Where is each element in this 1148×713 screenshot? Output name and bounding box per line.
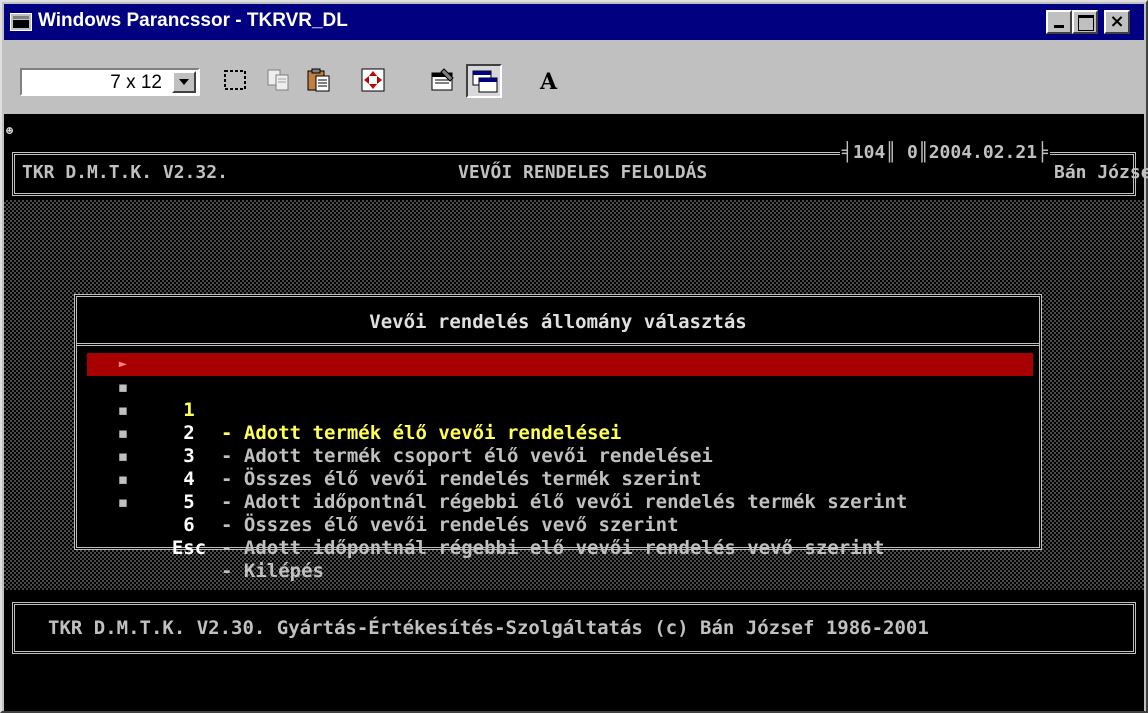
paste-button[interactable] [302,64,338,98]
menu-dialog: Vevői rendelés állomány választás ► 1 - … [74,294,1042,582]
console-area[interactable]: ☻ TKR D.M.T.K. V2.32. VEVŐI RENDELES FEL… [4,114,1148,711]
font-size-value: 7 x 12 [110,72,162,93]
background-icon [472,70,498,93]
menu-divider [77,343,1039,346]
minimize-button[interactable] [1046,10,1072,34]
properties-button[interactable] [426,64,462,98]
font-icon: A [539,69,558,93]
bullet-icon: ▪ [117,468,129,490]
properties-icon [431,68,454,91]
maximize-button[interactable] [1072,10,1098,34]
fullscreen-button[interactable] [356,64,392,98]
menu-item[interactable]: ▪ 4 - Adott időpontnál régebbi élő vevői… [77,422,1039,513]
font-size-select[interactable]: 7 x 12 [20,68,200,96]
console-footer: TKR D.M.T.K. V2.30. Gyártás-Értékesítés-… [4,590,1144,666]
console-icon[interactable] [10,13,32,31]
console-header: TKR D.M.T.K. V2.32. VEVŐI RENDELES FELOL… [4,140,1148,200]
menu-item-label: - Összes élő vevői rendelés vevő szerint [221,514,679,536]
smiley-icon: ☻ [6,124,14,138]
menu-item[interactable]: ▪ 5 - Összes élő vevői rendelés vevő sze… [77,445,1039,536]
menu-item[interactable]: ▪ 3 - Összes élő vevői rendelés termék s… [77,399,1039,490]
menu-item-label: - Adott időpontnál régebbi elő vevői ren… [221,537,885,559]
bullet-icon: ▪ [117,399,129,421]
menu-item[interactable]: ► 1 - Adott termék élő vevői rendelései [87,353,1033,444]
mark-button[interactable] [218,64,254,98]
menu-item[interactable]: ▪ 2 - Adott termék csoport élő vevői ren… [77,376,1039,467]
menu-item-exit[interactable]: ▪ Esc - Kilépés [77,491,1039,582]
menu-item-key: Esc [171,537,207,559]
copy-icon [267,69,289,91]
background-button[interactable] [466,64,502,98]
bullet-icon: ▪ [117,445,129,467]
header-stats: ╡104║ 0║2004.02.21╞ [840,142,1050,163]
user-name: Bán József [1054,162,1148,183]
window-title: Windows Parancssor - TKRVR_DL [38,10,348,31]
copy-button[interactable] [262,64,298,98]
console-window: Windows Parancssor - TKRVR_DL × 7 x 12 A… [0,0,1148,713]
svg-text:A: A [539,69,558,93]
menu-item[interactable]: ▪ 6 - Adott időpontnál régebbi elő vevői… [77,468,1039,559]
screen-title: VEVŐI RENDELES FELOLDÁS [458,162,708,183]
bullet-icon: ▪ [117,491,129,513]
bullet-icon: ▪ [117,422,129,444]
arrow-right-icon: ► [118,356,128,372]
chevron-down-icon[interactable] [172,71,196,93]
copyright-text: TKR D.M.T.K. V2.30. Gyártás-Értékesítés-… [48,617,929,639]
toolbar: 7 x 12 A [4,42,1144,112]
title-bar[interactable]: Windows Parancssor - TKRVR_DL × [4,4,1144,40]
bullet-icon: ▪ [117,376,129,398]
menu-title: Vevői rendelés állomány választás [369,311,747,333]
paste-icon [307,68,330,92]
mark-icon [224,70,246,90]
font-button[interactable]: A [532,64,568,98]
close-button[interactable]: × [1104,10,1130,34]
fullscreen-icon [361,68,385,92]
menu-list: ► 1 - Adott termék élő vevői rendelései … [77,353,1039,582]
close-icon: × [1109,11,1125,32]
menu-item-label: - Kilépés [221,560,324,582]
app-version: TKR D.M.T.K. V2.32. [22,162,228,183]
